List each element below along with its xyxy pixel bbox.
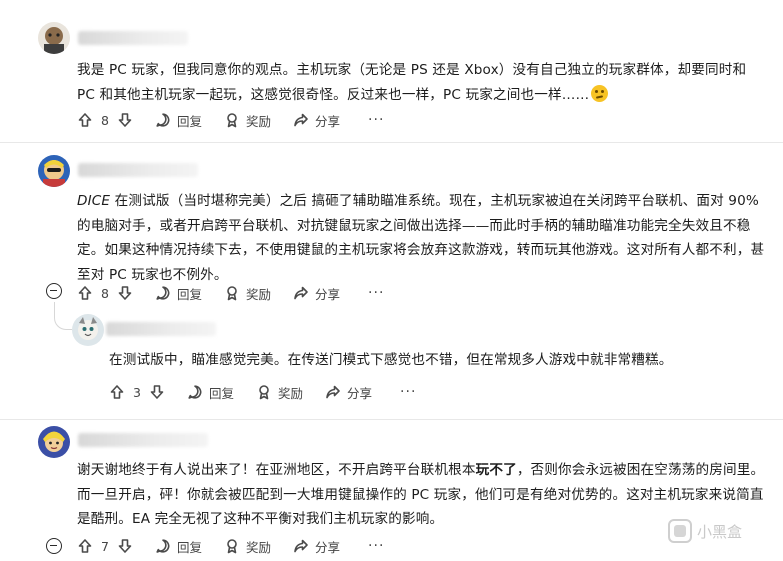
vote-count: 7 xyxy=(101,538,109,554)
downvote-icon[interactable] xyxy=(117,285,133,301)
upvote-icon[interactable] xyxy=(77,538,93,554)
watermark-logo-icon xyxy=(668,519,692,543)
vote-count: 8 xyxy=(101,285,109,301)
upvote-icon[interactable] xyxy=(109,384,125,400)
share-button[interactable]: 分享 xyxy=(293,537,340,556)
reply-button[interactable]: 回复 xyxy=(187,383,234,402)
vote-group: 7 xyxy=(77,538,133,554)
award-icon xyxy=(227,113,237,128)
reply-icon xyxy=(188,385,202,399)
username-redacted xyxy=(78,433,208,447)
comment-3-reply: 在测试版中，瞄准感觉完美。在传送门模式下感觉也不错，但在常规多人游戏中就非常糟糕… xyxy=(0,310,783,420)
comment-4: 谢天谢地终于有人说出来了！在亚洲地区，不开启跨平台联机根本玩不了，否则你会永远被… xyxy=(0,420,783,561)
avatar[interactable] xyxy=(38,155,70,187)
share-icon xyxy=(294,113,308,127)
upvote-icon[interactable] xyxy=(77,112,93,128)
share-button[interactable]: 分享 xyxy=(325,383,372,402)
avatar[interactable] xyxy=(38,22,70,54)
vote-group: 3 xyxy=(109,384,165,400)
comment-body: 谢天谢地终于有人说出来了！在亚洲地区，不开启跨平台联机根本玩不了，否则你会永远被… xyxy=(77,462,765,527)
award-button[interactable]: 奖励 xyxy=(256,383,303,402)
vote-count: 8 xyxy=(101,112,109,128)
vote-group: 8 xyxy=(77,112,133,128)
comment-body: 我是 PC 玩家，但我同意你的观点。主机玩家（无论是 PS 还是 Xbox）没有… xyxy=(77,62,747,103)
comment-1: 我是 PC 玩家，但我同意你的观点。主机玩家（无论是 PS 还是 Xbox）没有… xyxy=(0,0,783,140)
more-options-button[interactable]: ··· xyxy=(400,384,416,400)
award-icon xyxy=(259,385,269,400)
watermark: 小黑盒 xyxy=(668,519,742,543)
share-button[interactable]: 分享 xyxy=(293,284,340,303)
downvote-icon[interactable] xyxy=(117,538,133,554)
downvote-icon[interactable] xyxy=(149,384,165,400)
comment-actions: 3 回复 奖励 分享 ··· xyxy=(109,380,416,404)
downvote-icon[interactable] xyxy=(117,112,133,128)
vote-group: 8 xyxy=(77,285,133,301)
more-options-button[interactable]: ··· xyxy=(368,285,384,301)
reply-icon xyxy=(156,113,170,127)
comment-actions: 8 回复 奖励 分享 ··· xyxy=(77,281,384,305)
award-button[interactable]: 奖励 xyxy=(224,111,271,130)
avatar[interactable] xyxy=(38,426,70,458)
award-icon xyxy=(227,286,237,301)
username-redacted xyxy=(106,322,216,336)
award-button[interactable]: 奖励 xyxy=(224,537,271,556)
comment-2: DICE 在测试版（当时堪称完美）之后 搞砸了辅助瞄准系统。现在，主机玩家被迫在… xyxy=(0,143,783,310)
share-icon xyxy=(294,286,308,300)
avatar[interactable] xyxy=(72,314,104,346)
more-options-button[interactable]: ··· xyxy=(368,112,384,128)
comment-actions: 7 回复 奖励 分享 ··· xyxy=(77,534,384,558)
collapse-thread-button[interactable] xyxy=(46,283,62,299)
award-icon xyxy=(227,539,237,554)
reply-button[interactable]: 回复 xyxy=(155,537,202,556)
share-icon xyxy=(294,539,308,553)
reply-icon xyxy=(156,539,170,553)
more-options-button[interactable]: ··· xyxy=(368,538,384,554)
share-button[interactable]: 分享 xyxy=(293,111,340,130)
reply-button[interactable]: 回复 xyxy=(155,111,202,130)
collapse-thread-button[interactable] xyxy=(46,538,62,554)
comment-body: DICE 在测试版（当时堪称完美）之后 搞砸了辅助瞄准系统。现在，主机玩家被迫在… xyxy=(77,193,765,283)
reply-icon xyxy=(156,286,170,300)
comment-actions: 8 回复 奖励 分享 ··· xyxy=(77,108,384,132)
share-icon xyxy=(326,385,340,399)
upvote-icon[interactable] xyxy=(77,285,93,301)
username-redacted xyxy=(78,31,188,45)
vote-count: 3 xyxy=(133,384,141,400)
award-button[interactable]: 奖励 xyxy=(224,284,271,303)
thinking-face-emoji xyxy=(591,84,609,102)
reply-button[interactable]: 回复 xyxy=(155,284,202,303)
comment-body: 在测试版中，瞄准感觉完美。在传送门模式下感觉也不错，但在常规多人游戏中就非常糟糕… xyxy=(109,352,673,368)
username-redacted xyxy=(78,163,198,177)
